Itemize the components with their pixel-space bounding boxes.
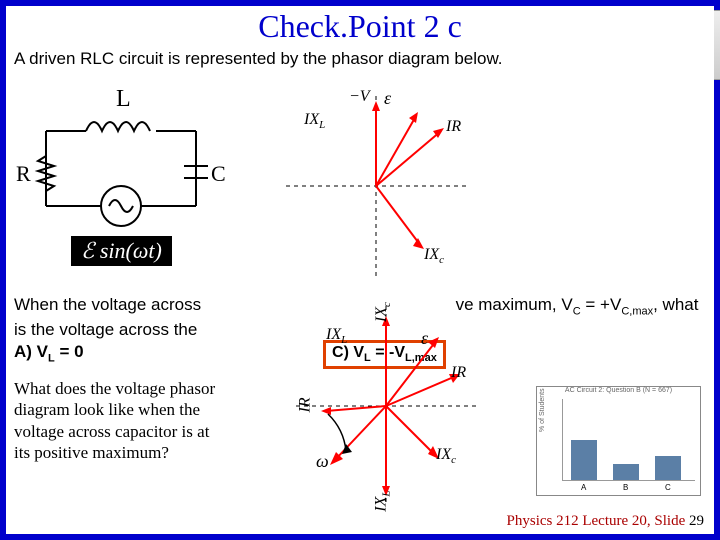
- phasor-diagram-1: −V ε IR IXL IXc: [266, 86, 486, 286]
- label-eps-1: ε: [384, 88, 391, 109]
- label-omega: ω: [316, 451, 329, 472]
- label-IR-left: IR: [297, 397, 315, 412]
- chart-xtick: A: [581, 483, 586, 492]
- intro-text: A driven RLC circuit is represented by t…: [6, 45, 714, 69]
- chart-ylabel: % of Students: [539, 388, 546, 432]
- label-IR-1: IR: [446, 118, 461, 136]
- slide-frame: Check.Point 2 c A driven RLC circuit is …: [0, 0, 720, 540]
- label-IXc-1: IXc: [424, 246, 444, 266]
- label-C: C: [211, 161, 226, 187]
- label-R: R: [16, 161, 31, 187]
- phasor2-svg: [286, 296, 486, 516]
- label-L: L: [116, 86, 131, 113]
- label-source: ℰ sin(ωt): [71, 236, 172, 266]
- label-IXc-top: IXc: [373, 302, 393, 322]
- slide-title: Check.Point 2 c: [6, 6, 714, 45]
- label-IXL-2: IXL: [326, 326, 347, 346]
- slide-footer: Physics 212 Lecture 20, Slide 29: [507, 513, 704, 530]
- rlc-circuit: L R C ℰ sin(ωt): [16, 86, 226, 276]
- slide-content: Check.Point 2 c A driven RLC circuit is …: [6, 6, 714, 534]
- sub-prompt: What does the voltage phasor diagram loo…: [14, 378, 229, 463]
- chart-title: AC Circuit 2: Question B (N = 667): [537, 387, 700, 394]
- upper-row: L R C ℰ sin(ωt): [16, 86, 486, 286]
- phasor1-svg: [266, 86, 486, 286]
- chart-bar: [571, 440, 597, 480]
- phasor-diagram-2: IXL IXc ε IR IR IXc ω IXL: [286, 296, 486, 516]
- chart-xtick: B: [623, 483, 628, 492]
- chart-xtick: C: [665, 483, 671, 492]
- label-IXL-bot: IXL: [373, 490, 393, 511]
- chart-bar: [655, 456, 681, 480]
- chart-bar: [613, 464, 639, 480]
- label-IXL-1: IXL: [304, 111, 325, 131]
- label-eps-2: ε: [421, 328, 428, 349]
- chart-bars: ABC: [562, 399, 695, 481]
- label-IR-2: IR: [451, 364, 466, 382]
- response-chart: AC Circuit 2: Question B (N = 667) % of …: [536, 386, 701, 496]
- label-negV: −V: [349, 88, 370, 106]
- label-IXc-2: IXc: [436, 446, 456, 466]
